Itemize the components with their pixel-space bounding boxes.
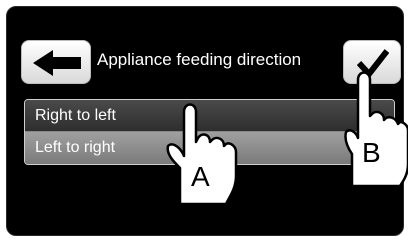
callout-label-b: B [362, 137, 381, 168]
arrow-left-icon [33, 50, 81, 76]
callout-label-a: A [191, 161, 210, 192]
pointing-hand-b-icon: B [344, 71, 408, 188]
page-title: Appliance feeding direction [97, 50, 302, 69]
illustration-frame: Appliance feeding direction Right to lef… [0, 0, 408, 240]
pointing-hand-a-icon: A [166, 103, 238, 206]
back-button[interactable] [21, 40, 91, 84]
